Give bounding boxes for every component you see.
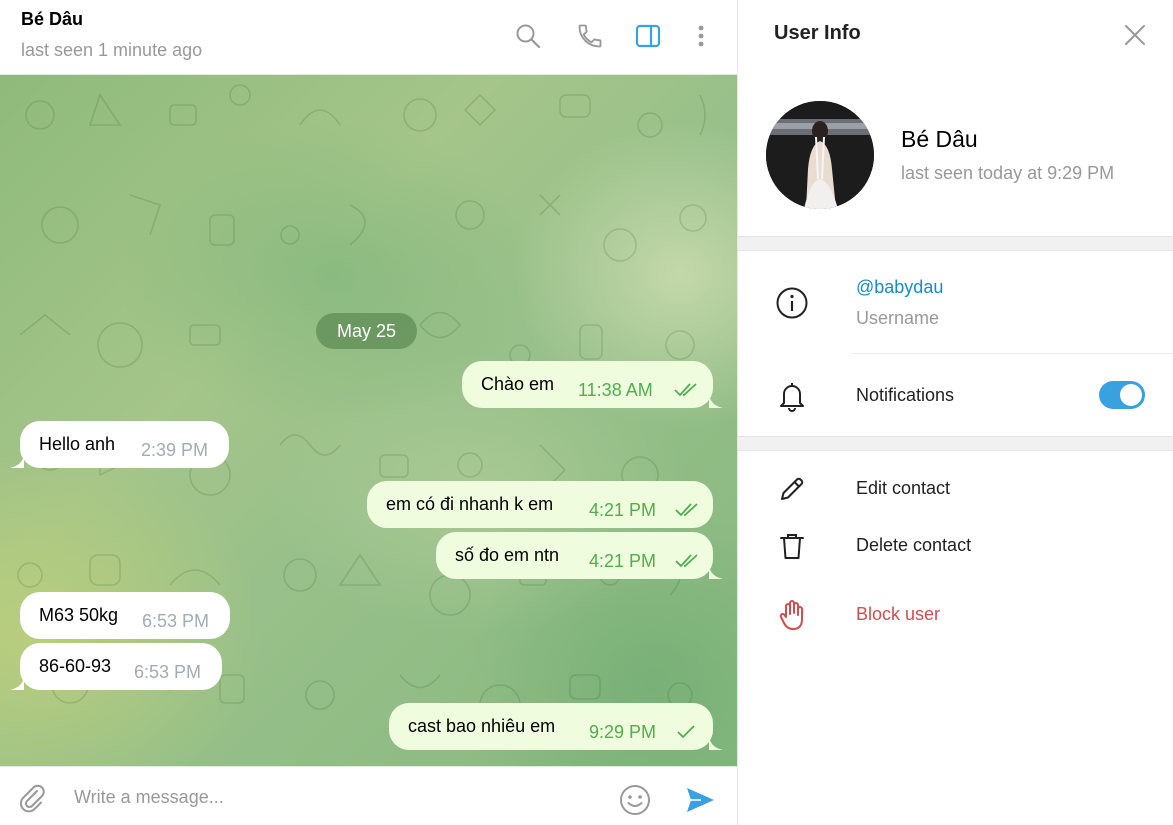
section-divider: [738, 436, 1173, 451]
message-text: Hello anh: [39, 434, 116, 454]
message-time: 9:29 PM: [589, 722, 657, 742]
message-time: 11:38 AM: [578, 380, 653, 400]
delete-contact-label: Delete contact: [856, 535, 972, 555]
call-button[interactable]: [572, 18, 608, 54]
message-bubble-outgoing[interactable]: em có đi nhanh k em 4:21 PM: [367, 481, 713, 528]
message-text: M63 50kg: [39, 605, 119, 625]
username-label: Username: [856, 308, 940, 328]
more-button[interactable]: [683, 18, 719, 54]
username-link[interactable]: @babydau: [856, 277, 943, 298]
chat-title[interactable]: Bé Dâu: [21, 9, 83, 30]
paperclip-icon: [19, 784, 45, 813]
block-user-label: Block user: [856, 604, 941, 624]
message-text: 86-60-93: [39, 656, 112, 676]
close-panel-button[interactable]: [1118, 18, 1152, 52]
message-text: em có đi nhanh k em: [386, 494, 554, 514]
edit-contact-label: Edit contact: [856, 478, 951, 498]
hand-icon-wrap: [774, 597, 810, 633]
search-icon: [516, 24, 541, 49]
emoji-button[interactable]: [615, 780, 655, 820]
message-bubble-incoming[interactable]: M63 50kg 6:53 PM: [20, 592, 230, 639]
bubble-tail: [10, 674, 24, 690]
message-time: 6:53 PM: [142, 611, 210, 631]
send-icon: [687, 788, 714, 812]
message-bubble-outgoing[interactable]: cast bao nhiêu em 9:29 PM: [389, 703, 723, 750]
panel-title: User Info: [774, 22, 861, 44]
message-bubble-outgoing[interactable]: số đo em ntn 4:21 PM: [436, 532, 723, 579]
bubble-tail: [709, 392, 723, 408]
search-button[interactable]: [510, 18, 546, 54]
double-check-icon: [675, 503, 698, 517]
message-bubble-outgoing[interactable]: Chào em 11:38 AM: [462, 361, 723, 408]
profile-photo: [766, 101, 874, 209]
trash-icon-wrap: [774, 528, 810, 564]
info-icon-wrap: [774, 285, 810, 321]
message-bubble-incoming[interactable]: Hello anh 2:39 PM: [10, 421, 229, 468]
message-time: 2:39 PM: [141, 440, 209, 460]
toggle-info-panel-button[interactable]: [630, 18, 666, 54]
message-time: 4:21 PM: [589, 551, 657, 571]
double-check-icon: [674, 383, 697, 397]
profile-name: Bé Dâu: [901, 126, 978, 152]
bubble-tail: [10, 452, 24, 468]
message-text: số đo em ntn: [455, 545, 560, 565]
double-check-icon: [675, 554, 698, 568]
message-input[interactable]: [74, 787, 594, 808]
message-composer: [0, 766, 737, 825]
message-time: 6:53 PM: [134, 662, 202, 682]
info-icon: [776, 287, 808, 319]
trash-icon: [780, 534, 804, 559]
pencil-icon: [781, 477, 804, 500]
bubble-tail: [709, 563, 723, 579]
send-button[interactable]: [680, 780, 720, 820]
profile-status: last seen today at 9:29 PM: [901, 163, 1115, 183]
avatar[interactable]: [766, 101, 874, 209]
toggle-knob: [1120, 384, 1142, 406]
attach-button[interactable]: [12, 778, 52, 818]
row-separator: [852, 353, 1173, 354]
chat-background: May 25 Chào em 11:38 AM Hello anh 2:39 P…: [0, 75, 737, 766]
section-divider: [738, 236, 1173, 251]
chat-status: last seen 1 minute ago: [21, 40, 203, 60]
notifications-label: Notifications: [856, 385, 955, 405]
user-info-panel: User Info Bé Dâu last seen today at 9:29…: [737, 0, 1173, 825]
hand-stop-icon: [779, 600, 803, 630]
edit-contact-button[interactable]: Edit contact: [738, 464, 1173, 514]
block-user-button[interactable]: Block user: [738, 590, 1173, 640]
more-vertical-icon: [698, 25, 704, 47]
bell-icon-wrap: [774, 378, 810, 414]
close-icon: [1125, 25, 1145, 45]
chat-header: Bé Dâu last seen 1 minute ago: [0, 0, 737, 75]
check-icon: [677, 725, 695, 739]
chat-pane: Bé Dâu last seen 1 minute ago May 25 Chà…: [0, 0, 737, 825]
date-separator: May 25: [316, 313, 417, 349]
message-text: cast bao nhiêu em: [408, 716, 556, 736]
smiley-icon: [620, 785, 650, 815]
message-time: 4:21 PM: [589, 500, 657, 520]
sidebar-toggle-icon: [635, 24, 661, 48]
bell-icon: [780, 383, 804, 412]
pencil-icon-wrap: [774, 471, 810, 507]
message-bubble-incoming[interactable]: 86-60-93 6:53 PM: [10, 643, 222, 690]
delete-contact-button[interactable]: Delete contact: [738, 521, 1173, 571]
phone-icon: [578, 24, 602, 48]
notifications-toggle[interactable]: [1099, 381, 1145, 409]
bubble-tail: [709, 734, 723, 750]
message-text: Chào em: [481, 374, 555, 394]
